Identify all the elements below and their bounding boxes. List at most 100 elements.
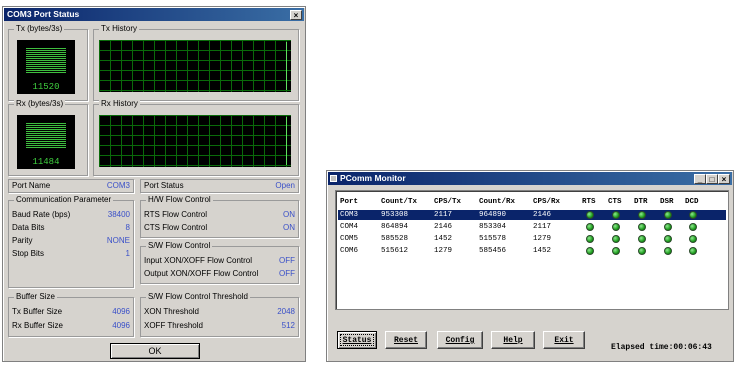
close-icon[interactable]: × [290, 10, 302, 20]
rx-meter-label: Rx (bytes/3s) [14, 99, 66, 108]
config-button[interactable]: Config [437, 331, 483, 349]
dcd-led-icon [689, 235, 697, 243]
exit-button-label: Exit [554, 336, 574, 345]
column-header-cts[interactable]: CTS [608, 197, 622, 207]
port-list-header: Port Count/Tx CPS/Tx Count/Rx CPS/Rx RTS… [338, 197, 726, 207]
communication-parameter-group: Communication Parameter Baud Rate (bps) … [8, 195, 134, 288]
exit-button[interactable]: Exit [543, 331, 585, 349]
rts-led-icon [586, 247, 594, 255]
port-row[interactable]: COM5 585528 1452 515578 1279 [338, 234, 726, 244]
column-header-dtr[interactable]: DTR [634, 197, 648, 207]
rx-meter-value: 11484 [32, 157, 60, 167]
monitor-title-bar[interactable]: PComm Monitor _ □ × [328, 172, 732, 185]
monitor-title: PComm Monitor [340, 173, 406, 183]
cell-count-rx: 585456 [479, 247, 507, 255]
port-name-label: Port Name [12, 181, 51, 190]
cell-count-rx: 853304 [479, 223, 507, 231]
input-xon-xoff-label: Input XON/XOFF Flow Control [144, 256, 253, 265]
column-header-dsr[interactable]: DSR [660, 197, 674, 207]
rx-buffer-label: Rx Buffer Size [12, 321, 63, 330]
cell-port: COM5 [340, 235, 359, 243]
dtr-led-icon [638, 223, 646, 231]
rts-flow-value: ON [283, 210, 295, 219]
cts-flow-label: CTS Flow Control [144, 223, 208, 232]
close-icon[interactable]: × [718, 174, 730, 184]
parity-label: Parity [12, 236, 33, 245]
status-button[interactable]: Status [337, 331, 377, 349]
port-row[interactable]: COM6 515612 1279 585456 1452 [338, 246, 726, 256]
tx-buffer-value: 4096 [112, 307, 130, 316]
baud-rate-label: Baud Rate (bps) [12, 210, 71, 219]
data-bits-label: Data Bits [12, 223, 45, 232]
help-button[interactable]: Help [491, 331, 535, 349]
port-list[interactable]: Port Count/Tx CPS/Tx Count/Rx CPS/Rx RTS… [335, 190, 729, 310]
buffer-size-group: Buffer Size Tx Buffer Size 4096 Rx Buffe… [8, 292, 134, 337]
xon-threshold-label: XON Threshold [144, 307, 199, 316]
parity-value: NONE [106, 236, 130, 245]
port-row[interactable]: COM4 864894 2146 853304 2117 [338, 222, 726, 232]
tx-history-trace [286, 42, 287, 90]
elapsed-time: Elapsed time:00:06:43 [611, 343, 712, 352]
xon-threshold-value: 2048 [277, 307, 295, 316]
status-button-label: Status [342, 336, 372, 345]
column-header-dcd[interactable]: DCD [685, 197, 699, 207]
rx-history-label: Rx History [99, 99, 140, 108]
dcd-led-icon [689, 211, 697, 219]
port-status-box: Port Status Open [140, 179, 299, 193]
column-header-cps-rx[interactable]: CPS/Rx [533, 197, 560, 207]
cell-count-tx: 953308 [381, 211, 409, 219]
cell-cps-rx: 2146 [533, 211, 552, 219]
rx-meter-group: Rx (bytes/3s) 11484 [8, 99, 88, 176]
cell-cps-tx: 1452 [434, 235, 453, 243]
reset-button-label: Reset [393, 336, 418, 345]
window-title: COM3 Port Status [7, 9, 80, 19]
cell-cps-tx: 1279 [434, 247, 453, 255]
dcd-led-icon [689, 247, 697, 255]
title-bar[interactable]: COM3 Port Status × [4, 8, 304, 21]
dtr-led-icon [638, 211, 646, 219]
output-xon-xoff-value: OFF [279, 269, 295, 278]
rx-history-trace [286, 117, 287, 165]
cell-cps-tx: 2146 [434, 223, 453, 231]
communication-parameter-label: Communication Parameter [14, 195, 114, 204]
monitor-app-icon [330, 175, 337, 182]
tx-level-bars [26, 48, 66, 74]
cell-port: COM4 [340, 223, 359, 231]
port-name-value: COM3 [106, 181, 130, 190]
cts-led-icon [612, 211, 620, 219]
column-header-cps-tx[interactable]: CPS/Tx [434, 197, 461, 207]
sw-threshold-group: S/W Flow Control Threshold XON Threshold… [140, 292, 299, 337]
rts-led-icon [586, 211, 594, 219]
port-status-value: Open [275, 181, 295, 190]
help-button-label: Help [503, 336, 523, 345]
cts-led-icon [612, 223, 620, 231]
cell-cps-tx: 2117 [434, 211, 453, 219]
column-header-rts[interactable]: RTS [582, 197, 596, 207]
tx-buffer-label: Tx Buffer Size [12, 307, 63, 316]
stop-bits-label: Stop Bits [12, 249, 45, 258]
baud-rate-value: 38400 [107, 210, 130, 219]
column-header-count-tx[interactable]: Count/Tx [381, 197, 417, 207]
rx-meter: 11484 [17, 115, 75, 169]
dsr-led-icon [664, 211, 672, 219]
cell-cps-rx: 1452 [533, 247, 552, 255]
sw-flow-control-label: S/W Flow Control [146, 241, 213, 250]
dsr-led-icon [664, 223, 672, 231]
column-header-port[interactable]: Port [340, 197, 358, 207]
pcomm-monitor-window: PComm Monitor _ □ × Port Count/Tx CPS/Tx… [326, 170, 734, 362]
minimize-icon[interactable]: _ [694, 174, 706, 184]
dtr-led-icon [638, 247, 646, 255]
data-bits-value: 8 [125, 223, 130, 232]
cts-flow-value: ON [283, 223, 295, 232]
column-header-count-rx[interactable]: Count/Rx [479, 197, 515, 207]
cell-count-rx: 515578 [479, 235, 507, 243]
port-row[interactable]: COM3 953308 2117 964890 2146 [338, 210, 726, 220]
ok-button[interactable]: OK [110, 343, 200, 359]
port-status-window: COM3 Port Status × Tx (bytes/3s) 11520 T… [2, 6, 306, 362]
tx-history-group: Tx History [93, 24, 299, 101]
buffer-size-label: Buffer Size [14, 292, 57, 301]
tx-meter-label: Tx (bytes/3s) [14, 24, 65, 33]
maximize-icon[interactable]: □ [706, 174, 718, 184]
reset-button[interactable]: Reset [385, 331, 427, 349]
cts-led-icon [612, 247, 620, 255]
